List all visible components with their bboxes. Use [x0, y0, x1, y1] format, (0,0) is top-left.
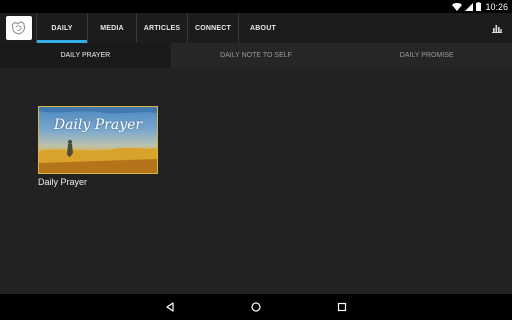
card-title: Daily Prayer — [38, 177, 88, 187]
tab-connect-label: CONNECT — [194, 24, 231, 32]
status-clock: 10:26 — [485, 1, 508, 12]
tab-connect[interactable]: CONNECT — [187, 13, 238, 43]
signal-icon — [465, 2, 474, 11]
tab-daily[interactable]: DAILY — [36, 13, 87, 43]
status-icons — [452, 2, 482, 11]
tab-articles[interactable]: ARTICLES — [136, 13, 187, 43]
subtab-daily-promise-label: DAILY PROMISE — [399, 52, 454, 59]
thumbnail-title: Daily Prayer — [53, 117, 143, 133]
system-nav-bar — [0, 294, 512, 320]
logo-icon[interactable] — [6, 16, 32, 40]
sub-tabs: DAILY PRAYER DAILY NOTE TO SELF DAILY PR… — [0, 43, 512, 68]
wifi-icon — [452, 2, 463, 11]
daily-prayer-thumbnail[interactable]: Daily Prayer — [38, 106, 158, 174]
tab-about[interactable]: ABOUT — [238, 13, 287, 43]
status-bar: 10:26 — [0, 0, 512, 13]
subtab-daily-note-to-self[interactable]: DAILY NOTE TO SELF — [171, 43, 342, 68]
battery-icon — [476, 2, 482, 11]
app-bar: DAILY MEDIA ARTICLES CONNECT ABOUT — [0, 13, 512, 43]
subtab-daily-prayer-label: DAILY PRAYER — [60, 52, 111, 59]
content-area: Daily Prayer Daily Prayer — [0, 68, 512, 294]
bar-chart-icon[interactable] — [482, 13, 512, 43]
subtab-daily-promise[interactable]: DAILY PROMISE — [341, 43, 512, 68]
tab-daily-label: DAILY — [51, 24, 73, 32]
tab-media[interactable]: MEDIA — [87, 13, 136, 43]
tab-media-label: MEDIA — [100, 24, 124, 32]
back-icon[interactable] — [150, 294, 190, 320]
tab-about-label: ABOUT — [250, 24, 276, 32]
recents-icon[interactable] — [322, 294, 362, 320]
subtab-daily-prayer[interactable]: DAILY PRAYER — [0, 43, 171, 68]
home-icon[interactable] — [236, 294, 276, 320]
subtab-daily-note-to-self-label: DAILY NOTE TO SELF — [220, 52, 292, 59]
tab-articles-label: ARTICLES — [143, 24, 181, 32]
daily-prayer-card[interactable]: Daily Prayer Daily Prayer — [38, 106, 158, 187]
